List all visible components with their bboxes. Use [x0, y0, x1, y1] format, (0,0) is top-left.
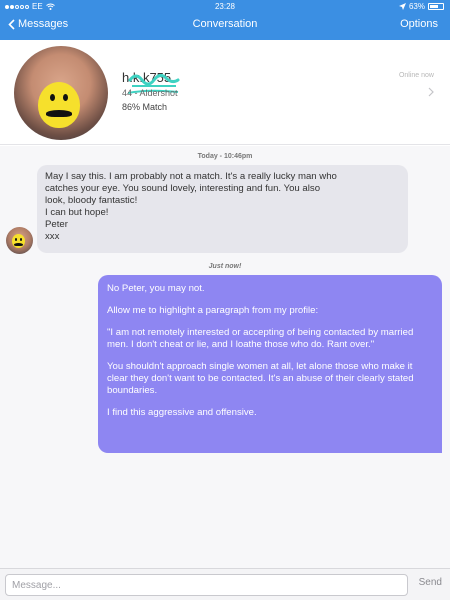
chevron-right-icon[interactable] — [428, 87, 434, 97]
send-button[interactable]: Send — [419, 577, 442, 588]
message-line: look, bloody fantastic! — [45, 195, 138, 206]
message-paragraph: I find this aggressive and offensive. — [107, 407, 257, 418]
battery-percent: 63% — [408, 2, 425, 11]
back-label: Messages — [18, 18, 69, 30]
sender-avatar[interactable] — [6, 227, 33, 254]
mustache-emoji-icon — [38, 82, 80, 128]
message-paragraph: Allow me to highlight a paragraph from m… — [107, 305, 319, 316]
message-paragraph: "I am not remotely interested or accepti… — [107, 327, 414, 350]
message-line: xxx — [45, 231, 60, 242]
profile-header[interactable]: h.k.k755 44 - Aldershot 86% Match Online… — [0, 40, 450, 145]
back-button[interactable]: Messages — [8, 18, 68, 30]
outgoing-message: No Peter, you may not. Allow me to highl… — [98, 275, 442, 453]
status-time: 23:28 — [214, 2, 236, 11]
chat-area[interactable]: Today - 10:46pm May I say this. I am pro… — [0, 146, 450, 568]
battery-fill — [430, 5, 438, 8]
message-paragraph: You shouldn't approach single women at a… — [107, 361, 414, 396]
battery-icon — [428, 3, 444, 10]
match-percentage: 86% Match — [122, 102, 168, 112]
message-line: Peter — [45, 219, 68, 230]
nav-bar: Messages Conversation Options — [0, 14, 450, 36]
avatar[interactable] — [14, 46, 108, 140]
message-paragraph: No Peter, you may not. — [107, 283, 205, 294]
message-line: May I say this. I am probably not a matc… — [45, 171, 337, 182]
options-button[interactable]: Options — [400, 18, 438, 30]
online-status: Online now — [398, 72, 434, 79]
status-right: 63% — [398, 2, 444, 11]
top-bar: EE 23:28 63% Messages Conversation Optio… — [0, 0, 450, 40]
message-line: catches your eye. You sound lovely, inte… — [45, 183, 321, 194]
incoming-message: May I say this. I am probably not a matc… — [37, 165, 408, 253]
timestamp-divider: Today - 10:46pm — [197, 153, 253, 160]
timestamp-divider: Just now! — [208, 263, 242, 270]
message-composer: Send — [0, 568, 450, 600]
mustache-emoji-icon — [12, 234, 25, 248]
profile-location: 44 - Aldershot — [122, 88, 178, 98]
chevron-left-icon — [8, 18, 15, 30]
location-arrow-icon — [398, 3, 406, 10]
message-input[interactable] — [5, 574, 408, 596]
status-bar: EE 23:28 63% — [0, 0, 450, 12]
message-line: I can but hope! — [45, 207, 109, 218]
